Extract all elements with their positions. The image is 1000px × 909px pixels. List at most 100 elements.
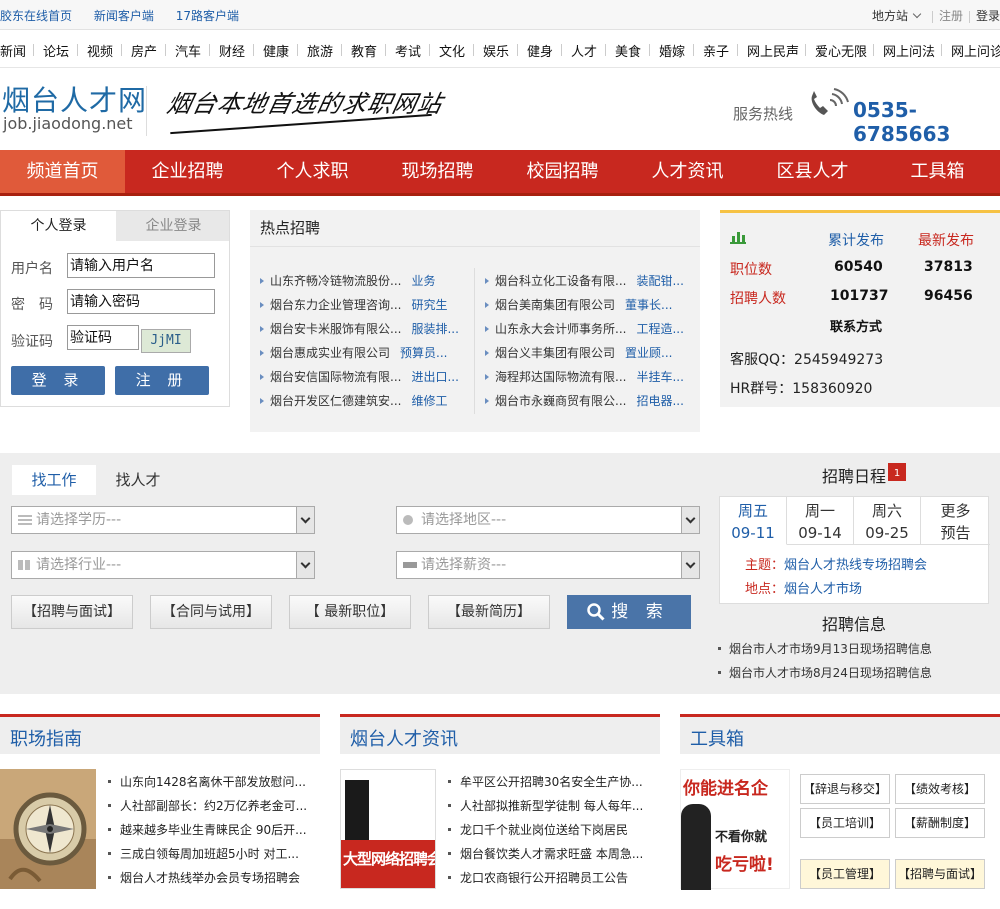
tool-staff-management-button[interactable]: 【员工管理】 <box>800 859 890 889</box>
schedule-theme[interactable]: 主题：烟台人才热线专场招聘会 <box>745 554 927 573</box>
schedule-day[interactable]: 周一 09-14 <box>787 497 854 545</box>
channel-exam[interactable]: 考试 <box>395 41 421 60</box>
channel-talent[interactable]: 人才 <box>571 41 597 60</box>
tab-personal-login[interactable]: 个人登录 <box>1 211 116 241</box>
quick-latest-resumes-button[interactable]: 【最新简历】 <box>428 595 550 629</box>
schedule-day[interactable]: 周五 09-11 <box>720 497 787 545</box>
quick-recruit-interview-button[interactable]: 【招聘与面试】 <box>11 595 133 629</box>
section-tools-title[interactable]: 工具箱 <box>690 725 744 751</box>
logo-domain[interactable]: job.jiaodong.net <box>3 114 133 133</box>
regional-dropdown[interactable]: 地方站 <box>872 9 908 23</box>
industry-select[interactable]: 请选择行业--- <box>11 551 315 579</box>
channel-video[interactable]: 视频 <box>87 41 113 60</box>
section-news-title[interactable]: 烟台人才资讯 <box>350 725 458 751</box>
job-link[interactable]: 董事长... <box>625 298 672 312</box>
company-link[interactable]: 烟台美南集团有限公司 <box>495 298 615 312</box>
company-link[interactable]: 海程邦达国际物流有限... <box>495 370 626 384</box>
channel-culture[interactable]: 文化 <box>439 41 465 60</box>
tool-recruit-interview-button[interactable]: 【招聘与面试】 <box>895 859 985 889</box>
company-link[interactable]: 烟台安卡米服饰有限公... <box>270 322 401 336</box>
famous-company-ad-image[interactable]: 你能进名企 不看你就 吃亏啦! <box>680 769 790 890</box>
company-link[interactable]: 烟台科立化工设备有限... <box>495 274 626 288</box>
news-item[interactable]: 人社部拟推新型学徒制 每人每年... <box>448 797 643 814</box>
channel-entertainment[interactable]: 娱乐 <box>483 41 509 60</box>
compass-image[interactable] <box>0 769 96 889</box>
channel-clinic[interactable]: 网上问诊 <box>951 41 1000 60</box>
nav-talent-news[interactable]: 人才资讯 <box>625 150 750 193</box>
news-item[interactable]: 烟台餐饮类人才需求旺盛 本周急... <box>448 845 643 862</box>
channel-fitness[interactable]: 健身 <box>527 41 553 60</box>
job-link[interactable]: 半挂车... <box>636 370 683 384</box>
recruit-info-item[interactable]: 烟台市人才市场9月13日现场招聘信息 <box>718 640 932 657</box>
channel-travel[interactable]: 旅游 <box>307 41 333 60</box>
nav-campus-recruit[interactable]: 校园招聘 <box>500 150 625 193</box>
job-link[interactable]: 招电器... <box>636 394 683 408</box>
channel-food[interactable]: 美食 <box>615 41 641 60</box>
username-input[interactable]: 请输入用户名 <box>67 253 215 278</box>
job-fair-image[interactable]: 大型网络招聘会 <box>340 769 436 889</box>
nav-company-jobs[interactable]: 企业招聘 <box>125 150 250 193</box>
news-item[interactable]: 山东向1428名离休干部发放慰问... <box>108 773 306 790</box>
news-item[interactable]: 龙口千个就业岗位送给下岗居民 <box>448 821 628 838</box>
register-button[interactable]: 注 册 <box>115 366 209 395</box>
job-link[interactable]: 业务 <box>411 274 435 288</box>
channel-education[interactable]: 教育 <box>351 41 377 60</box>
channel-law[interactable]: 网上问法 <box>883 41 935 60</box>
logo-title[interactable]: 烟台人才网 <box>2 79 147 119</box>
channel-parenting[interactable]: 亲子 <box>703 41 729 60</box>
channel-charity[interactable]: 爱心无限 <box>815 41 867 60</box>
company-link[interactable]: 烟台市永巍商贸有限公... <box>495 394 626 408</box>
company-link[interactable]: 烟台开发区仁德建筑安... <box>270 394 401 408</box>
news-item[interactable]: 龙口农商银行公开招聘员工公告 <box>448 869 628 886</box>
tool-dismissal-button[interactable]: 【辞退与移交】 <box>800 774 890 804</box>
topbar-link-17-client[interactable]: 17路客户端 <box>176 9 239 23</box>
schedule-more[interactable]: 更多 预告 <box>921 497 990 545</box>
news-item[interactable]: 烟台人才热线举办会员专场招聘会 <box>108 869 300 886</box>
nav-county-talent[interactable]: 区县人才 <box>750 150 875 193</box>
tab-find-talent[interactable]: 找人才 <box>100 465 176 495</box>
channel-health[interactable]: 健康 <box>263 41 289 60</box>
captcha-image[interactable]: JjMI <box>141 329 191 353</box>
quick-latest-jobs-button[interactable]: 【 最新职位】 <box>289 595 411 629</box>
search-button[interactable]: 搜 索 <box>567 595 691 629</box>
news-item[interactable]: 牟平区公开招聘30名安全生产协... <box>448 773 643 790</box>
nav-home[interactable]: 频道首页 <box>0 150 125 193</box>
job-link[interactable]: 研究生 <box>411 298 447 312</box>
nav-toolbox[interactable]: 工具箱 <box>875 150 1000 193</box>
news-item[interactable]: 越来越多毕业生青睐民企 90后开... <box>108 821 307 838</box>
tab-company-login[interactable]: 企业登录 <box>116 211 231 241</box>
schedule-day[interactable]: 周六 09-25 <box>854 497 921 545</box>
company-link[interactable]: 烟台安信国际物流有限... <box>270 370 401 384</box>
channel-news[interactable]: 新闻 <box>0 41 26 60</box>
topbar-link-home[interactable]: 胶东在线首页 <box>0 9 72 23</box>
news-item[interactable]: 三成白领每周加班超5小时 对工... <box>108 845 299 862</box>
education-select[interactable]: 请选择学历--- <box>11 506 315 534</box>
channel-finance[interactable]: 财经 <box>219 41 245 60</box>
company-link[interactable]: 山东齐畅冷链物流股份... <box>270 274 401 288</box>
job-link[interactable]: 维修工 <box>411 394 447 408</box>
nav-onsite-recruit[interactable]: 现场招聘 <box>375 150 500 193</box>
login-button[interactable]: 登 录 <box>11 366 105 395</box>
captcha-input[interactable]: 验证码 <box>67 325 139 350</box>
nav-job-seeking[interactable]: 个人求职 <box>250 150 375 193</box>
channel-voice[interactable]: 网上民声 <box>747 41 799 60</box>
region-select[interactable]: 请选择地区--- <box>396 506 700 534</box>
company-link[interactable]: 烟台义丰集团有限公司 <box>495 346 615 360</box>
schedule-place[interactable]: 地点：烟台人才市场 <box>745 578 862 597</box>
channel-forum[interactable]: 论坛 <box>43 41 69 60</box>
channel-wedding[interactable]: 婚嫁 <box>659 41 685 60</box>
quick-contract-button[interactable]: 【合同与试用】 <box>150 595 272 629</box>
register-link[interactable]: 注册 <box>939 9 963 23</box>
salary-select[interactable]: 请选择薪资--- <box>396 551 700 579</box>
job-link[interactable]: 服装排... <box>411 322 458 336</box>
tool-training-button[interactable]: 【员工培训】 <box>800 808 890 838</box>
job-link[interactable]: 进出口... <box>411 370 458 384</box>
section-guide-title[interactable]: 职场指南 <box>10 725 82 751</box>
tool-salary-button[interactable]: 【薪酬制度】 <box>895 808 985 838</box>
recruit-info-item[interactable]: 烟台市人才市场8月24日现场招聘信息 <box>718 664 932 681</box>
login-link[interactable]: 登录 <box>976 9 1000 23</box>
job-link[interactable]: 预算员... <box>400 346 447 360</box>
job-link[interactable]: 工程造... <box>636 322 683 336</box>
channel-house[interactable]: 房产 <box>131 41 157 60</box>
channel-auto[interactable]: 汽车 <box>175 41 201 60</box>
